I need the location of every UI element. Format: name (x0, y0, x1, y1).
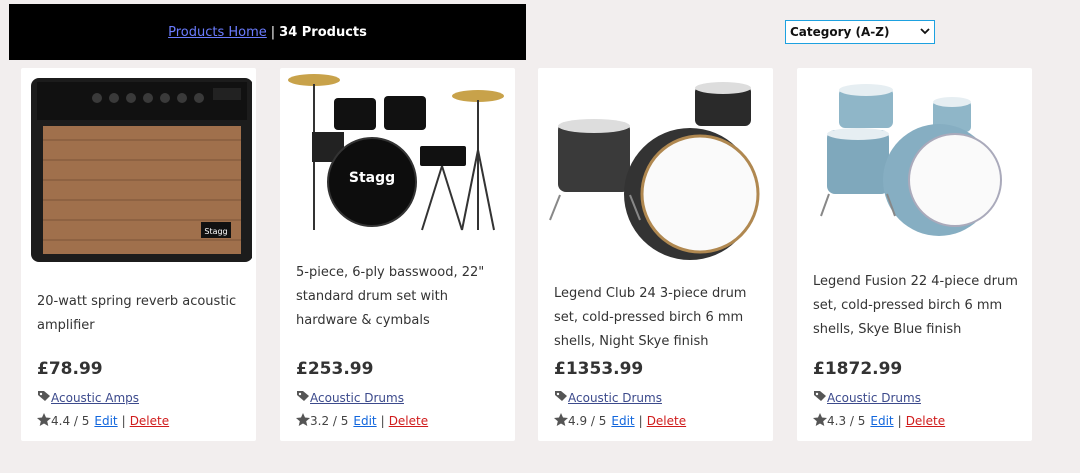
product-price: £253.99 (296, 359, 374, 379)
svg-text:Stagg: Stagg (204, 227, 227, 236)
star-icon (813, 413, 827, 429)
edit-link[interactable]: Edit (94, 414, 117, 428)
product-category: Acoustic Drums (554, 390, 662, 405)
delete-link[interactable]: Delete (647, 414, 686, 428)
rating-value: 4.3 / 5 (827, 414, 866, 428)
product-price: £1872.99 (813, 359, 903, 379)
product-card[interactable]: Legend Club 24 3-piece drum set, cold-pr… (538, 68, 773, 441)
category-link[interactable]: Acoustic Drums (827, 391, 921, 405)
chevron-down-icon (919, 24, 931, 41)
star-icon (296, 413, 310, 429)
action-separator: | (897, 414, 902, 428)
category-link[interactable]: Acoustic Drums (310, 391, 404, 405)
rating-value: 4.9 / 5 (568, 414, 607, 428)
product-rating-row: 4.9 / 5 Edit | Delete (554, 413, 686, 429)
product-image[interactable] (799, 70, 1028, 264)
action-separator: | (638, 414, 643, 428)
tag-icon (296, 390, 310, 405)
rating-value: 4.4 / 5 (51, 414, 90, 428)
product-card[interactable]: Legend Fusion 22 4-piece drum set, cold-… (797, 68, 1032, 441)
product-image[interactable] (540, 70, 769, 264)
product-price: £78.99 (37, 359, 103, 379)
category-link[interactable]: Acoustic Amps (51, 391, 139, 405)
edit-link[interactable]: Edit (353, 414, 376, 428)
product-card[interactable]: Stagg 5-piece, 6-ply basswood, 22" stand… (280, 68, 515, 441)
delete-link[interactable]: Delete (130, 414, 169, 428)
rating-value: 3.2 / 5 (310, 414, 349, 428)
product-image[interactable]: Stagg (23, 70, 252, 264)
product-rating-row: 4.3 / 5 Edit | Delete (813, 413, 945, 429)
product-price: £1353.99 (554, 359, 644, 379)
product-category: Acoustic Amps (37, 390, 139, 405)
action-separator: | (380, 414, 385, 428)
product-description[interactable]: 5-piece, 6-ply basswood, 22" standard dr… (296, 261, 504, 333)
action-separator: | (121, 414, 126, 428)
product-rating-row: 4.4 / 5 Edit | Delete (37, 413, 169, 429)
sort-selected-value: Category (A-Z) (790, 25, 890, 39)
product-description[interactable]: Legend Fusion 22 4-piece drum set, cold-… (813, 270, 1021, 342)
product-category: Acoustic Drums (813, 390, 921, 405)
delete-link[interactable]: Delete (906, 414, 945, 428)
svg-text:Stagg: Stagg (349, 170, 395, 186)
tag-icon (554, 390, 568, 405)
breadcrumb-separator: | (270, 24, 276, 40)
products-home-link[interactable]: Products Home (168, 25, 267, 40)
tag-icon (813, 390, 827, 405)
edit-link[interactable]: Edit (870, 414, 893, 428)
category-link[interactable]: Acoustic Drums (568, 391, 662, 405)
tag-icon (37, 390, 51, 405)
star-icon (37, 413, 51, 429)
product-category: Acoustic Drums (296, 390, 404, 405)
product-card[interactable]: Stagg 20-watt spring reverb acoustic amp… (21, 68, 256, 441)
product-count: 34 Products (279, 24, 367, 40)
delete-link[interactable]: Delete (389, 414, 428, 428)
breadcrumb-bar: Products Home | 34 Products (9, 4, 526, 60)
product-description[interactable]: Legend Club 24 3-piece drum set, cold-pr… (554, 282, 762, 354)
star-icon (554, 413, 568, 429)
edit-link[interactable]: Edit (611, 414, 634, 428)
product-rating-row: 3.2 / 5 Edit | Delete (296, 413, 428, 429)
product-image[interactable]: Stagg (282, 70, 511, 264)
sort-select[interactable]: Category (A-Z) (785, 20, 935, 44)
product-description[interactable]: 20-watt spring reverb acoustic amplifier (37, 290, 245, 338)
